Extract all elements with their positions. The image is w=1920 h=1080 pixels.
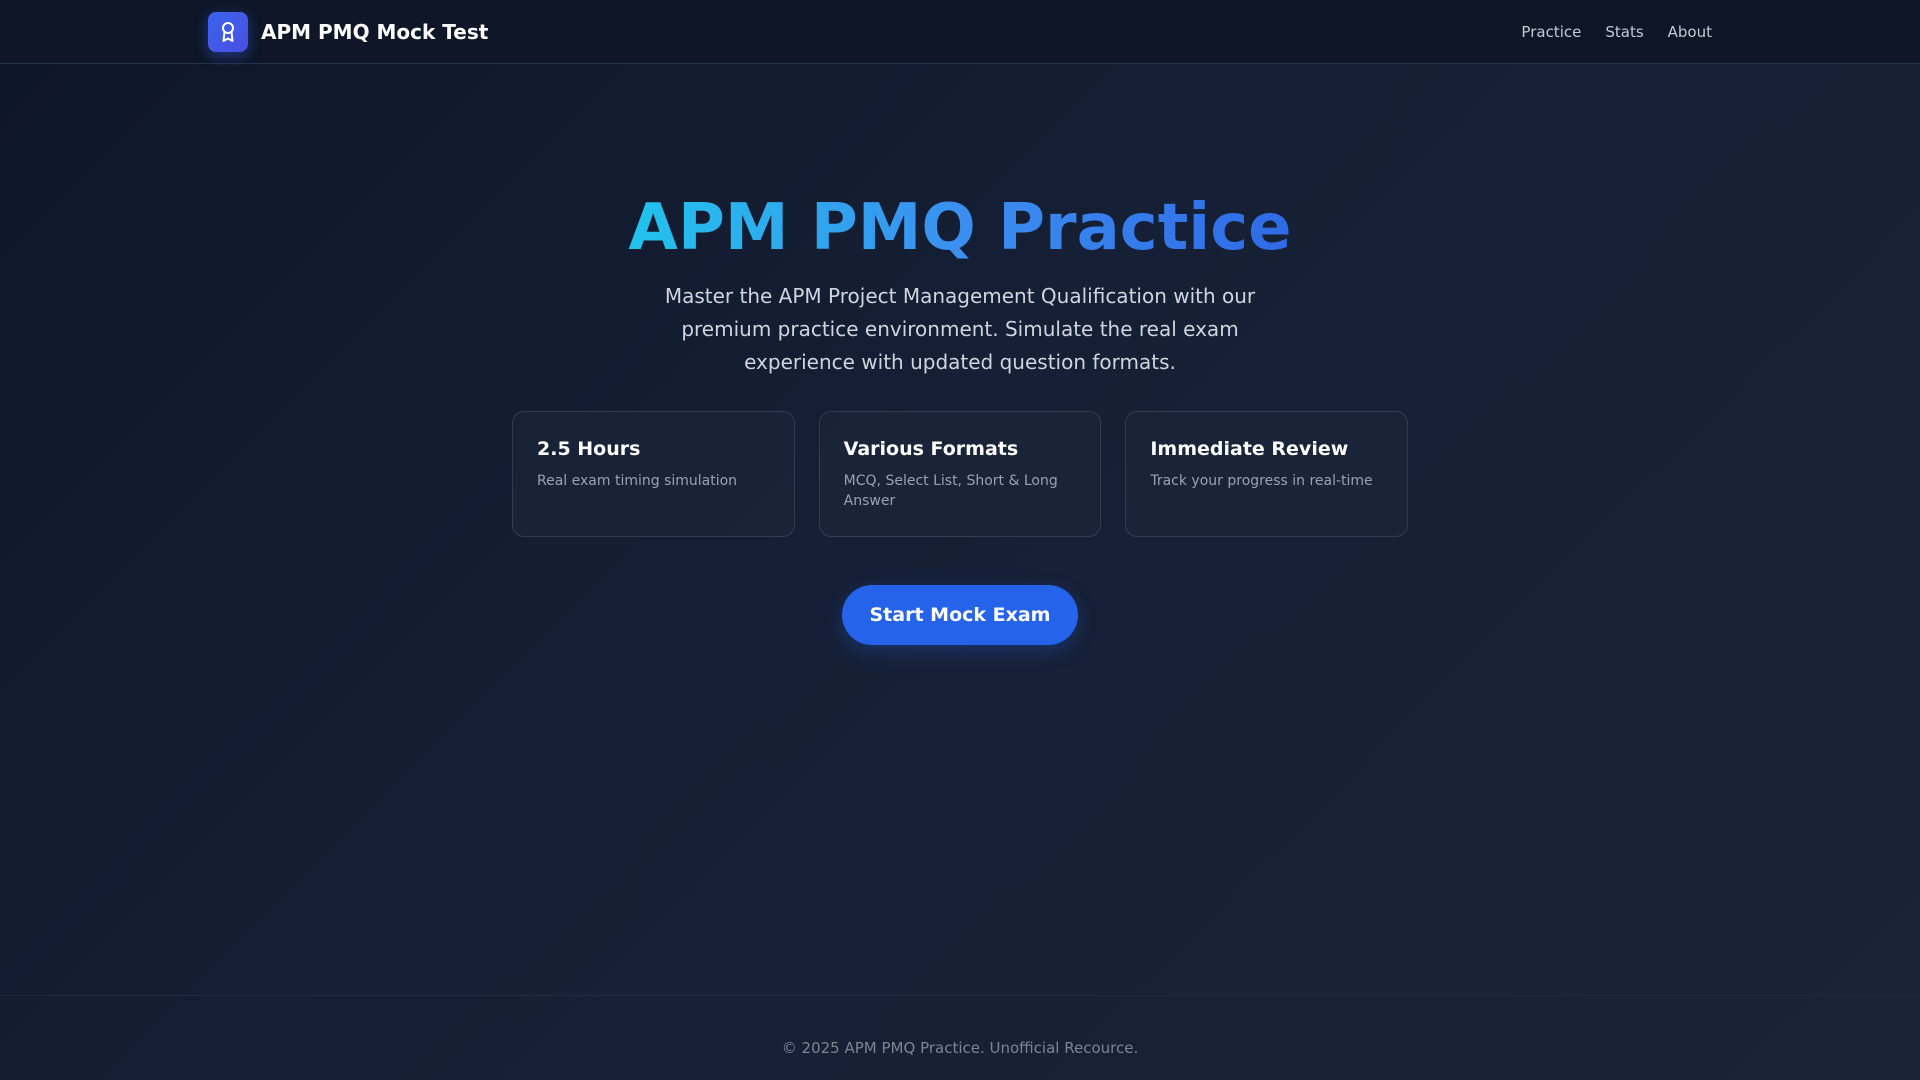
feature-card-duration: 2.5 Hours Real exam timing simulation: [512, 411, 795, 537]
footer: © 2025 APM PMQ Practice. Unofficial Reco…: [0, 995, 1920, 1080]
main-nav: Practice Stats About: [1521, 0, 1712, 64]
hero-title-text: APM PMQ Practice: [628, 191, 1292, 265]
footer-copyright: © 2025 APM PMQ Practice. Unofficial Reco…: [781, 1039, 1139, 1057]
feature-card-title: Various Formats: [843, 438, 1019, 460]
nav-link-practice[interactable]: Practice: [1521, 23, 1581, 41]
award-ribbon-icon: [208, 12, 248, 52]
brand-title: APM PMQ Mock Test: [261, 20, 489, 44]
start-mock-exam-button[interactable]: Start Mock Exam: [842, 585, 1078, 645]
feature-card-formats: Various Formats MCQ, Select List, Short …: [818, 411, 1102, 537]
brand[interactable]: APM PMQ Mock Test: [208, 12, 488, 52]
feature-cards: 2.5 Hours Real exam timing simulation Va…: [512, 411, 1409, 537]
feature-card-description: Track your progress in real-time: [1150, 473, 1373, 489]
feature-card-description: Real exam timing simulation: [537, 473, 738, 489]
nav-link-stats[interactable]: Stats: [1605, 23, 1643, 41]
hero-title: APM PMQ Practice: [0, 188, 1920, 268]
nav-link-about[interactable]: About: [1668, 23, 1712, 41]
feature-card-title: 2.5 Hours: [537, 438, 641, 460]
top-navbar: APM PMQ Mock Test Practice Stats About: [0, 0, 1920, 64]
feature-card-review: Immediate Review Track your progress in …: [1125, 411, 1409, 537]
feature-card-description: MCQ, Select List, Short & Long Answer: [843, 473, 1058, 509]
feature-card-title: Immediate Review: [1150, 438, 1349, 460]
hero-subtitle: Master the APM Project Management Qualif…: [664, 284, 1256, 374]
